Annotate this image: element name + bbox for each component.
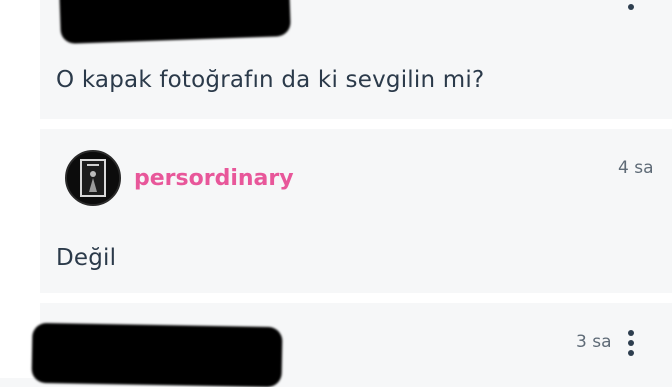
comment-time: 4 sa (618, 158, 654, 178)
left-gutter (0, 0, 40, 378)
comment-card-3: 3 sa (31, 303, 672, 387)
more-options-icon[interactable] (627, 330, 635, 356)
comment-card-2: persordinary 4 sa Değil (40, 129, 672, 293)
comment-time: 3 sa (576, 332, 612, 352)
avatar-image (67, 152, 119, 204)
redacted-username-scribble (59, 0, 291, 44)
divider (0, 293, 672, 303)
comment-card-1: O kapak fotoğrafın da ki sevgilin mi? (40, 0, 672, 119)
comment-text: Değil (56, 245, 117, 271)
comment-username[interactable]: persordinary (134, 166, 294, 191)
more-options-icon[interactable] (627, 0, 635, 10)
avatar[interactable] (65, 150, 121, 206)
comment-text: O kapak fotoğrafın da ki sevgilin mi? (56, 67, 485, 93)
redacted-username-scribble (31, 322, 283, 387)
divider (0, 119, 672, 129)
